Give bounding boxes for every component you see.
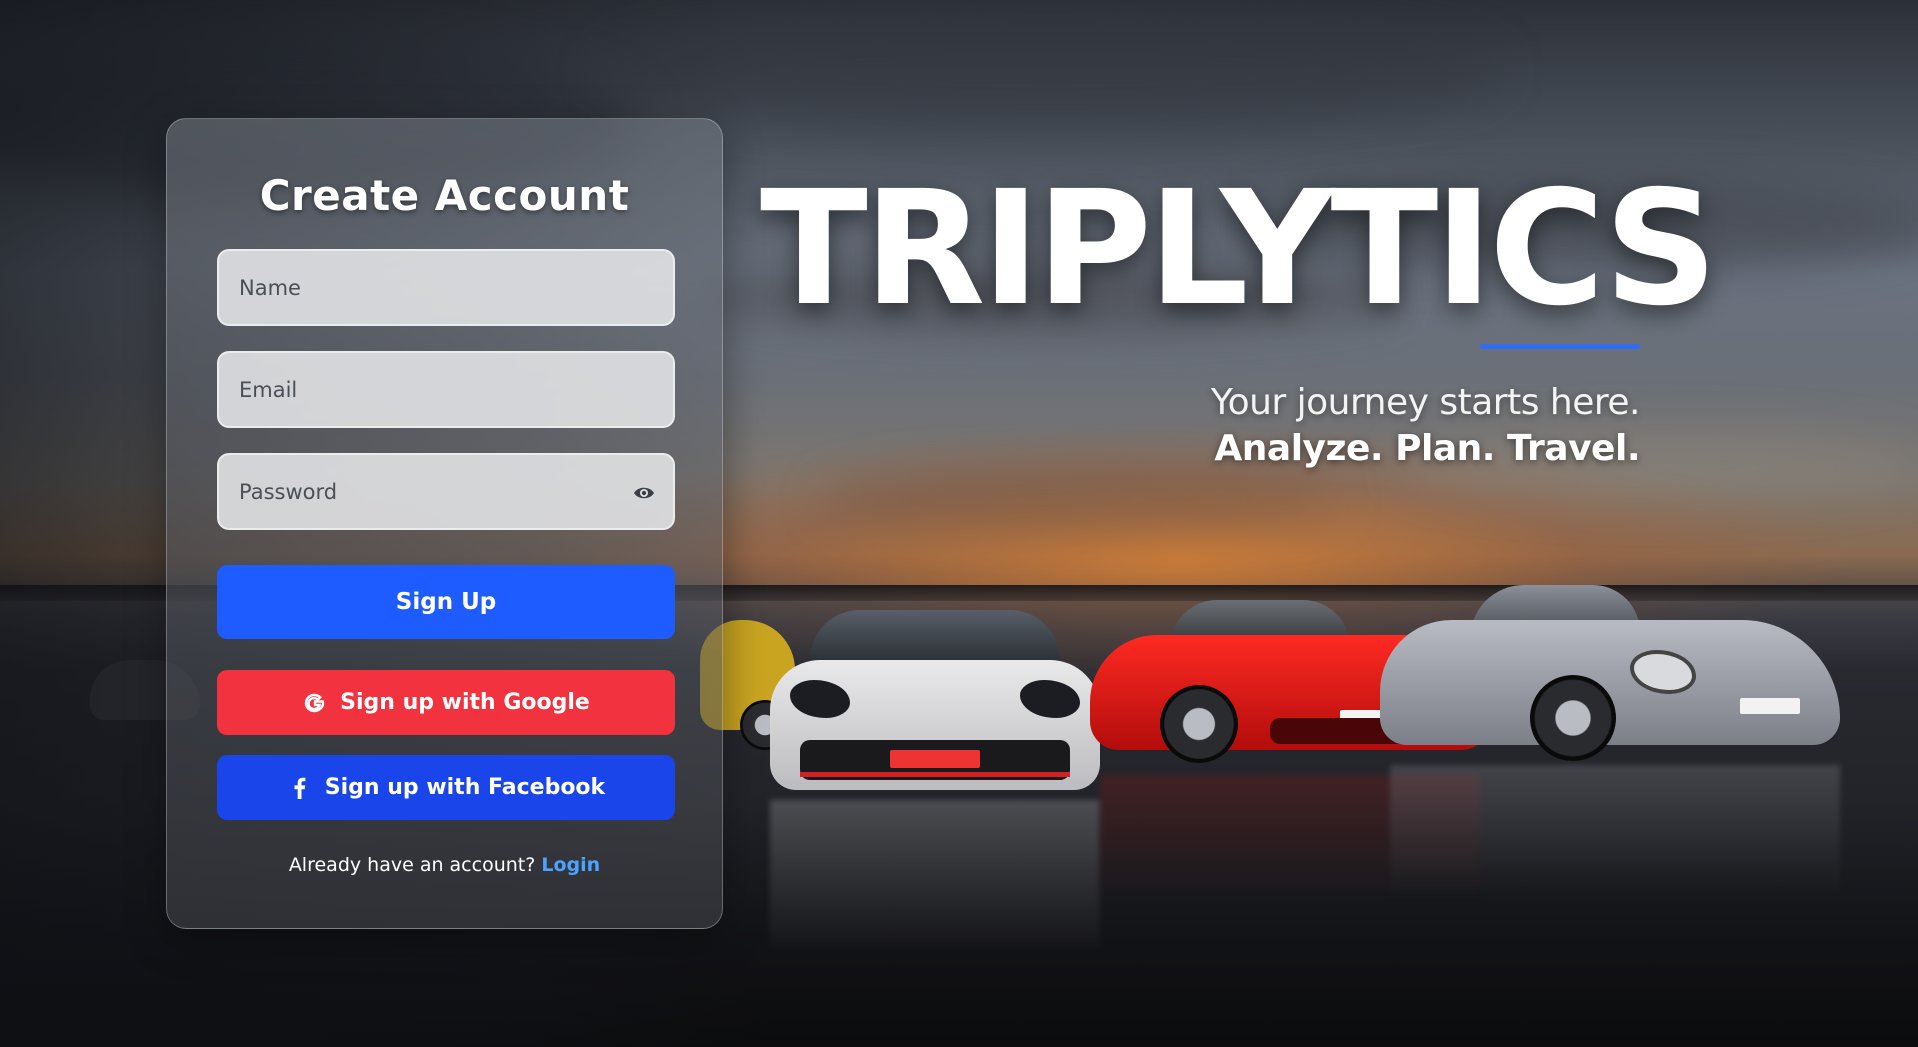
signup-card: Create Account Sign Up: [166, 118, 723, 929]
brand-title: TRIPLYTICS: [760, 157, 1718, 341]
password-input[interactable]: [219, 455, 673, 528]
brand-underline: [1480, 344, 1640, 349]
login-prompt-text: Already have an account?: [288, 854, 536, 876]
login-link[interactable]: Login: [541, 854, 600, 876]
facebook-signup-button[interactable]: Sign up with Facebook: [217, 755, 675, 820]
brand-tagline: Your journey starts here.: [1210, 382, 1641, 423]
facebook-icon: [287, 775, 313, 801]
email-input[interactable]: [219, 353, 673, 426]
form-title: Create Account: [259, 171, 630, 220]
brand-slogan: Analyze. Plan. Travel.: [1214, 428, 1640, 469]
car-silver: [1380, 580, 1840, 770]
password-field[interactable]: [217, 453, 675, 530]
login-prompt-line: Already have an account? Login: [167, 854, 722, 876]
signup-button[interactable]: Sign Up: [217, 565, 675, 639]
google-icon: [302, 690, 328, 716]
signup-button-label: Sign Up: [395, 589, 497, 615]
name-field[interactable]: [217, 249, 675, 326]
email-field[interactable]: [217, 351, 675, 428]
google-button-label: Sign up with Google: [340, 690, 590, 715]
facebook-button-label: Sign up with Facebook: [324, 775, 606, 800]
eye-icon[interactable]: [633, 483, 655, 503]
google-signup-button[interactable]: Sign up with Google: [217, 670, 675, 735]
name-input[interactable]: [219, 251, 673, 324]
car-white: [760, 600, 1110, 800]
signup-page: Create Account Sign Up: [0, 0, 1918, 1047]
